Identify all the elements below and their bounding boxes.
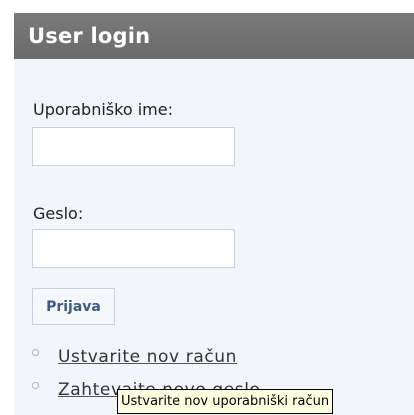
login-button[interactable]: Prijava (32, 288, 115, 325)
block-title: User login (28, 24, 151, 48)
password-input[interactable] (32, 229, 235, 268)
password-label: Geslo: (33, 204, 84, 223)
block-header: User login (14, 13, 414, 59)
link-tooltip: Ustvarite nov uporabniški račun (117, 389, 334, 414)
create-account-link[interactable]: Ustvarite nov račun (58, 346, 237, 368)
username-label: Uporabniško ime: (33, 100, 173, 119)
circle-bullet-icon (32, 349, 39, 356)
user-login-block: User login Uporabniško ime: Geslo: Prija… (14, 13, 414, 415)
username-input[interactable] (32, 127, 235, 166)
circle-bullet-icon (32, 382, 39, 389)
